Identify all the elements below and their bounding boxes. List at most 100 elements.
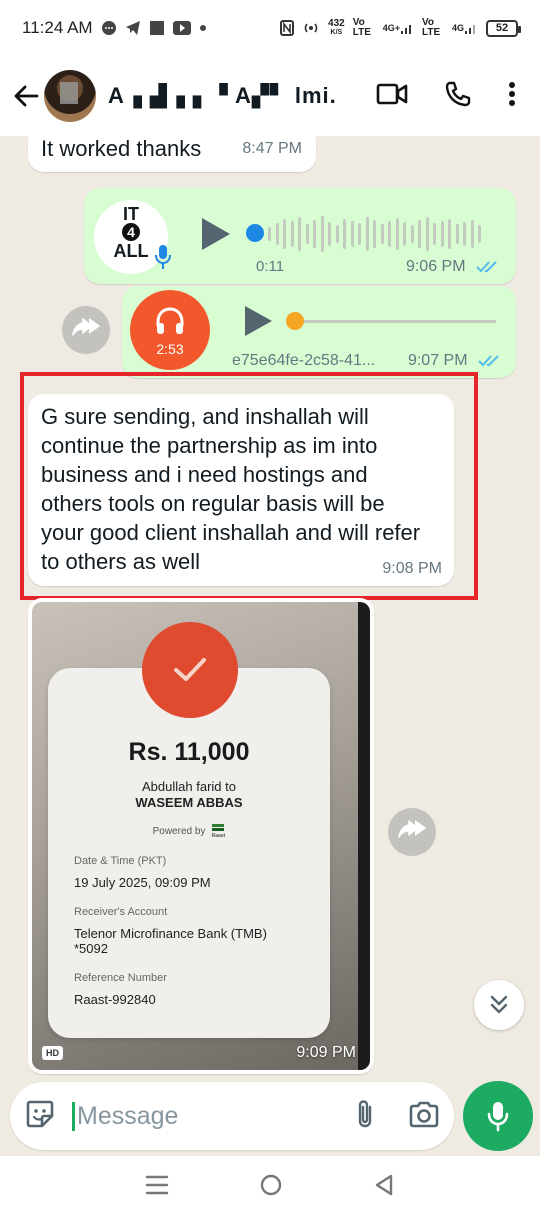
recent-apps-button[interactable] <box>145 1174 169 1201</box>
double-check-read-icon <box>476 261 497 273</box>
youtube-icon <box>172 21 191 35</box>
home-circle-icon <box>260 1174 282 1195</box>
message-input[interactable] <box>72 1101 322 1131</box>
waveform-bar <box>313 220 316 248</box>
sticker-icon <box>26 1100 54 1127</box>
value-receiver-account: Telenor Microfinance Bank (TMB) *5092 <box>74 926 267 956</box>
waveform-bar <box>290 221 294 247</box>
incoming-message-2[interactable]: G sure sending, and inshallah will conti… <box>28 394 454 586</box>
attach-button[interactable] <box>354 1098 376 1135</box>
message-time: 8:47 PM <box>242 140 302 157</box>
audio-seek-dot[interactable] <box>286 312 304 330</box>
signal-4g-icon: 4G <box>452 21 478 35</box>
audio-progress-track[interactable] <box>304 320 496 323</box>
contact-name[interactable]: A▗ ▟▗ ▖▝ A▞▘ lmi... <box>108 83 338 109</box>
hd-badge: HD <box>42 1046 63 1060</box>
headphones-icon <box>156 307 184 334</box>
waveform-bar <box>418 220 421 248</box>
hotspot-icon <box>302 19 320 37</box>
chat-area[interactable]: It worked thanks 8:47 PM IT 4 ALL 0:11 9… <box>0 136 540 1080</box>
waveform-bar <box>305 224 309 244</box>
waveform-bar <box>283 219 286 249</box>
raast-logo-icon <box>212 824 225 831</box>
message-time: 9:09 PM <box>296 1044 356 1061</box>
success-check-badge <box>142 622 238 718</box>
receipt-card: Rs. 11,000 Abdullah farid to WASEEM ABBA… <box>48 668 330 1038</box>
waveform-bar <box>335 225 339 243</box>
voice-call-button[interactable] <box>444 80 472 113</box>
message-time: 9:07 PM <box>408 352 502 370</box>
waveform-bar <box>425 217 429 251</box>
paperclip-icon <box>358 1099 372 1127</box>
incoming-image-message[interactable]: Rs. 11,000 Abdullah farid to WASEEM ABBA… <box>28 598 374 1074</box>
microphone-icon <box>487 1102 509 1132</box>
waveform-bar <box>395 218 399 250</box>
waveform-bar <box>388 221 391 247</box>
waveform-bar <box>470 220 474 248</box>
incoming-message-1[interactable]: It worked thanks 8:47 PM <box>28 136 316 172</box>
waveform-bar <box>343 219 346 249</box>
camera-button[interactable] <box>408 1100 440 1133</box>
contact-avatar[interactable] <box>44 70 96 122</box>
voice-waveform[interactable] <box>268 214 490 254</box>
raast-logo: Raast <box>211 823 225 839</box>
message-composer <box>0 1080 540 1154</box>
avatar-redaction <box>60 82 78 104</box>
scroll-to-bottom-button[interactable] <box>474 980 524 1030</box>
waveform-bar <box>320 216 324 252</box>
outgoing-audio-message[interactable]: 2:53 e75e64fe-2c58-41... 9:07 PM <box>122 286 516 378</box>
value-reference-number: Raast-992840 <box>74 992 156 1007</box>
waveform-bar <box>403 222 406 246</box>
back-button[interactable] <box>10 76 42 116</box>
signal-4g-plus-icon: 4G+ <box>383 21 414 35</box>
outgoing-voice-message-1[interactable]: IT 4 ALL 0:11 9:06 PM <box>84 188 516 284</box>
system-navigation-bar <box>0 1156 540 1218</box>
voice-duration: 0:11 <box>256 258 285 275</box>
receipt-amount: Rs. 11,000 <box>128 738 250 766</box>
waveform-bar <box>463 222 466 246</box>
status-bar: 11:24 AM 432 K/S Vo LTE 4G+ Vo LTE 4G 52 <box>0 0 540 56</box>
gallery-icon <box>149 20 165 36</box>
home-button[interactable] <box>259 1173 283 1202</box>
receipt-payer: Abdullah farid to WASEEM ABBAS <box>135 779 243 810</box>
triangle-back-icon <box>375 1174 393 1195</box>
double-chevron-down-icon <box>490 995 508 1014</box>
double-check-read-icon <box>478 355 499 367</box>
receipt-powered-by: Powered by Raast <box>74 823 304 839</box>
video-call-button[interactable] <box>376 82 408 111</box>
mic-small-icon <box>155 245 171 269</box>
waveform-bar <box>455 224 459 244</box>
label-receiver-account: Receiver's Account <box>74 906 168 918</box>
chat-notification-icon <box>101 20 117 36</box>
voice-record-button[interactable] <box>463 1081 533 1151</box>
waveform-bar <box>373 220 376 248</box>
waveform-bar <box>275 223 279 245</box>
arrow-left-icon <box>14 85 39 107</box>
sticker-button[interactable] <box>24 1098 56 1135</box>
nfc-icon <box>280 20 295 36</box>
forward-button[interactable] <box>388 808 436 856</box>
waveform-bar <box>268 227 271 241</box>
play-icon[interactable] <box>198 216 232 252</box>
checkmark-icon <box>174 658 206 681</box>
audio-filename: e75e64fe-2c58-41... <box>232 352 376 369</box>
message-text: G sure sending, and inshallah will conti… <box>41 404 421 574</box>
waveform-bar <box>350 221 354 247</box>
system-back-button[interactable] <box>373 1173 395 1202</box>
message-text: It worked thanks <box>41 136 202 161</box>
play-icon[interactable] <box>242 304 274 338</box>
video-camera-icon <box>376 83 408 104</box>
waveform-bar <box>433 223 436 245</box>
more-options-button[interactable] <box>508 81 516 112</box>
status-time: 11:24 AM <box>22 18 93 37</box>
battery-icon: 52 <box>486 19 521 37</box>
telegram-icon <box>125 20 141 36</box>
waveform-bar <box>365 217 369 251</box>
voice-seek-dot[interactable] <box>246 224 264 242</box>
forward-button[interactable] <box>62 306 110 354</box>
message-box <box>10 1082 454 1150</box>
volte-2: Vo LTE <box>421 17 441 38</box>
message-time: 9:08 PM <box>382 560 442 577</box>
waveform-bar <box>478 225 481 243</box>
payment-receipt-photo[interactable]: Rs. 11,000 Abdullah farid to WASEEM ABBA… <box>32 602 370 1070</box>
